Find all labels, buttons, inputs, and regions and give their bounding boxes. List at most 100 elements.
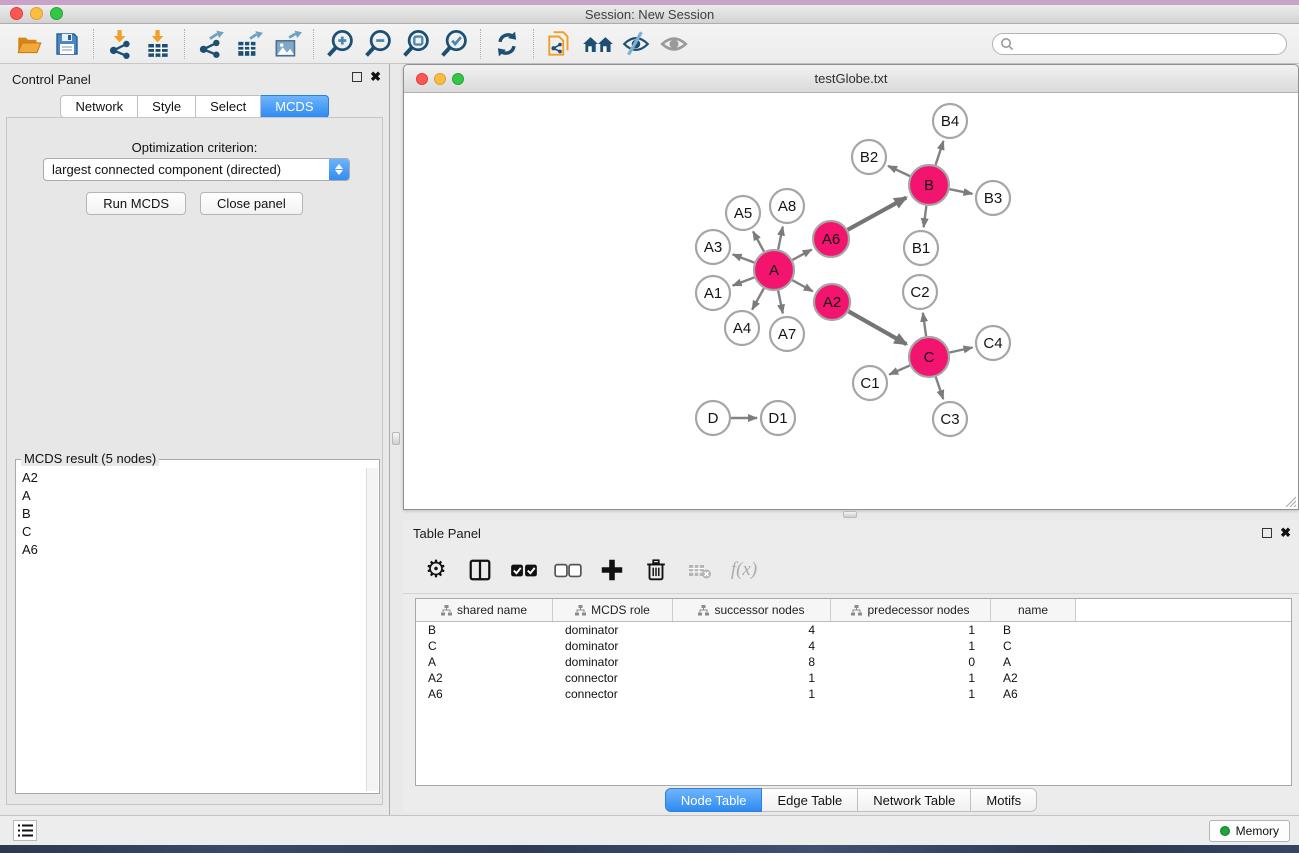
save-session-button[interactable] xyxy=(48,25,86,63)
edge-A6-B[interactable] xyxy=(848,198,907,230)
cell-name[interactable]: A xyxy=(991,655,1076,669)
panel-splitter-handle[interactable] xyxy=(392,432,400,445)
table-row-B[interactable]: Bdominator41B xyxy=(416,622,1291,638)
node-C[interactable]: C xyxy=(909,337,949,377)
add-column-button[interactable] xyxy=(595,553,629,587)
node-A7[interactable]: A7 xyxy=(770,317,804,351)
edge-A-A3[interactable] xyxy=(733,254,755,262)
node-A[interactable]: A xyxy=(754,250,794,290)
close-window-button[interactable] xyxy=(10,7,23,20)
export-image-button[interactable] xyxy=(268,25,306,63)
network-minimize-button[interactable] xyxy=(434,73,446,85)
column-header-shared-name[interactable]: shared name xyxy=(416,599,553,621)
cell-predecessor-nodes[interactable]: 0 xyxy=(831,655,991,669)
cell-MCDS-role[interactable]: dominator xyxy=(553,623,673,637)
cell-predecessor-nodes[interactable]: 1 xyxy=(831,671,991,685)
run-mcds-button[interactable]: Run MCDS xyxy=(86,192,186,215)
zoom-fit-button[interactable] xyxy=(397,25,435,63)
import-table-button[interactable] xyxy=(139,25,177,63)
refresh-button[interactable] xyxy=(488,25,526,63)
float-panel-icon[interactable] xyxy=(352,72,362,82)
tab-mcds[interactable]: MCDS xyxy=(261,95,328,118)
cell-shared-name[interactable]: C xyxy=(416,639,553,653)
cell-name[interactable]: B xyxy=(991,623,1076,637)
search-input[interactable] xyxy=(1018,35,1286,53)
edge-B-B1[interactable] xyxy=(924,206,927,227)
node-A6[interactable]: A6 xyxy=(813,221,849,257)
tab-style[interactable]: Style xyxy=(138,95,196,118)
search-field[interactable] xyxy=(992,33,1287,55)
edge-A-A7[interactable] xyxy=(778,291,783,314)
result-item[interactable]: A6 xyxy=(18,540,365,558)
criterion-dropdown[interactable]: largest connected component (directed) xyxy=(43,158,350,181)
cell-MCDS-role[interactable]: dominator xyxy=(553,655,673,669)
node-C1[interactable]: C1 xyxy=(853,366,887,400)
cell-MCDS-role[interactable]: connector xyxy=(553,687,673,701)
cell-name[interactable]: C xyxy=(991,639,1076,653)
horizontal-splitter-handle[interactable] xyxy=(843,511,857,518)
zoom-selected-button[interactable] xyxy=(435,25,473,63)
result-item[interactable]: A xyxy=(18,486,365,504)
home-view-button[interactable] xyxy=(579,25,617,63)
maximize-window-button[interactable] xyxy=(50,7,63,20)
tab-node-table[interactable]: Node Table xyxy=(665,788,763,812)
edge-B-B4[interactable] xyxy=(936,141,944,165)
node-A3[interactable]: A3 xyxy=(696,230,730,264)
edge-C-C1[interactable] xyxy=(889,365,910,374)
result-item[interactable]: B xyxy=(18,504,365,522)
table-row-A6[interactable]: A6connector11A6 xyxy=(416,686,1291,702)
open-network-file-button[interactable] xyxy=(541,25,579,63)
hide-selected-button[interactable] xyxy=(617,25,655,63)
cell-predecessor-nodes[interactable]: 1 xyxy=(831,687,991,701)
node-C3[interactable]: C3 xyxy=(933,402,967,436)
network-window-titlebar[interactable]: testGlobe.txt xyxy=(404,65,1298,93)
edge-A-A2[interactable] xyxy=(792,280,812,291)
node-A1[interactable]: A1 xyxy=(696,276,730,310)
edge-B-B3[interactable] xyxy=(950,189,973,194)
node-C2[interactable]: C2 xyxy=(903,275,937,309)
result-item[interactable]: C xyxy=(18,522,365,540)
table-row-A2[interactable]: A2connector11A2 xyxy=(416,670,1291,686)
window-resize-grip[interactable] xyxy=(1284,495,1296,507)
cell-successor-nodes[interactable]: 1 xyxy=(673,671,831,685)
cell-successor-nodes[interactable]: 8 xyxy=(673,655,831,669)
edge-B-B2[interactable] xyxy=(888,166,910,176)
tab-motifs[interactable]: Motifs xyxy=(971,788,1037,812)
tab-select[interactable]: Select xyxy=(196,95,261,118)
tab-network[interactable]: Network xyxy=(60,95,138,118)
node-C4[interactable]: C4 xyxy=(976,326,1010,360)
select-all-button[interactable] xyxy=(507,553,541,587)
node-B2[interactable]: B2 xyxy=(852,140,886,174)
app-titlebar[interactable]: Session: New Session xyxy=(0,5,1299,24)
minimize-window-button[interactable] xyxy=(30,7,43,20)
table-settings-button[interactable]: ⚙ xyxy=(419,553,453,587)
delete-column-button[interactable] xyxy=(639,553,673,587)
result-scrollbar[interactable] xyxy=(366,468,378,791)
edge-A-A1[interactable] xyxy=(733,277,755,285)
edge-C-C2[interactable] xyxy=(923,313,926,336)
node-B3[interactable]: B3 xyxy=(976,181,1010,215)
cell-successor-nodes[interactable]: 1 xyxy=(673,687,831,701)
column-header-predecessor-nodes[interactable]: predecessor nodes xyxy=(831,599,991,621)
node-A2[interactable]: A2 xyxy=(814,284,850,320)
close-panel-button[interactable]: Close panel xyxy=(200,192,303,215)
cell-MCDS-role[interactable]: dominator xyxy=(553,639,673,653)
export-table-button[interactable] xyxy=(230,25,268,63)
edge-A2-C[interactable] xyxy=(849,311,907,344)
deselect-all-button[interactable] xyxy=(551,553,585,587)
cell-name[interactable]: A2 xyxy=(991,671,1076,685)
zoom-in-button[interactable] xyxy=(321,25,359,63)
column-header-MCDS-role[interactable]: MCDS role xyxy=(553,599,673,621)
network-close-button[interactable] xyxy=(416,73,428,85)
edge-A-A6[interactable] xyxy=(792,250,811,260)
network-canvas[interactable]: B4B2BB3A5A8A6B1A3AC2A1A2A4A7C4CC1C3DD1 xyxy=(405,93,1297,509)
result-item[interactable]: A2 xyxy=(18,468,365,486)
tab-network-table[interactable]: Network Table xyxy=(858,788,971,812)
cell-predecessor-nodes[interactable]: 1 xyxy=(831,623,991,637)
node-A4[interactable]: A4 xyxy=(725,311,759,345)
tab-edge-table[interactable]: Edge Table xyxy=(762,788,858,812)
split-view-button[interactable] xyxy=(463,553,497,587)
column-header-successor-nodes[interactable]: successor nodes xyxy=(673,599,831,621)
node-B4[interactable]: B4 xyxy=(933,104,967,138)
edge-A-A5[interactable] xyxy=(753,231,764,251)
